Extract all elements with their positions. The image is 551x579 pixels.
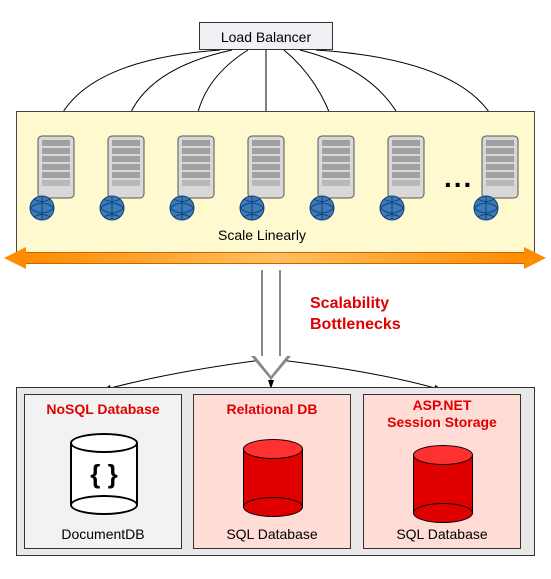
bottleneck-line2: Bottlenecks bbox=[310, 316, 401, 333]
scale-linearly-label: Scale Linearly bbox=[218, 227, 306, 243]
web-server-icon bbox=[378, 132, 434, 222]
load-balancer: Load Balancer bbox=[199, 22, 333, 50]
big-down-arrow bbox=[256, 270, 286, 382]
nosql-caption: DocumentDB bbox=[25, 526, 181, 542]
braces-icon: { } bbox=[70, 459, 138, 490]
bottleneck-line1: Scalability bbox=[310, 295, 389, 312]
aspnet-session-box: ASP.NET Session Storage SQL Database bbox=[363, 394, 521, 549]
nosql-database-box: NoSQL Database { } DocumentDB bbox=[24, 394, 182, 549]
sql-db-icon bbox=[243, 439, 303, 507]
ellipsis: ... bbox=[444, 162, 473, 194]
scale-arrow-right-head bbox=[524, 247, 546, 269]
web-server-icon bbox=[28, 132, 84, 222]
document-db-icon: { } bbox=[70, 433, 138, 513]
relational-db-box: Relational DB SQL Database bbox=[193, 394, 351, 549]
scale-arrow-left-head bbox=[4, 247, 26, 269]
nosql-title: NoSQL Database bbox=[25, 395, 181, 422]
aspnet-caption: SQL Database bbox=[364, 526, 520, 542]
web-server-icon bbox=[308, 132, 364, 222]
relational-caption: SQL Database bbox=[194, 526, 350, 542]
bottleneck-label: Scalability Bottlenecks bbox=[310, 294, 401, 336]
web-server-icon bbox=[238, 132, 294, 222]
aspnet-title: ASP.NET Session Storage bbox=[364, 395, 520, 435]
relational-title: Relational DB bbox=[194, 395, 350, 422]
web-server-icon bbox=[472, 132, 528, 222]
web-server-icon bbox=[98, 132, 154, 222]
sql-db-icon bbox=[413, 445, 473, 513]
web-server-icon bbox=[168, 132, 224, 222]
scale-arrow-body bbox=[26, 252, 524, 264]
